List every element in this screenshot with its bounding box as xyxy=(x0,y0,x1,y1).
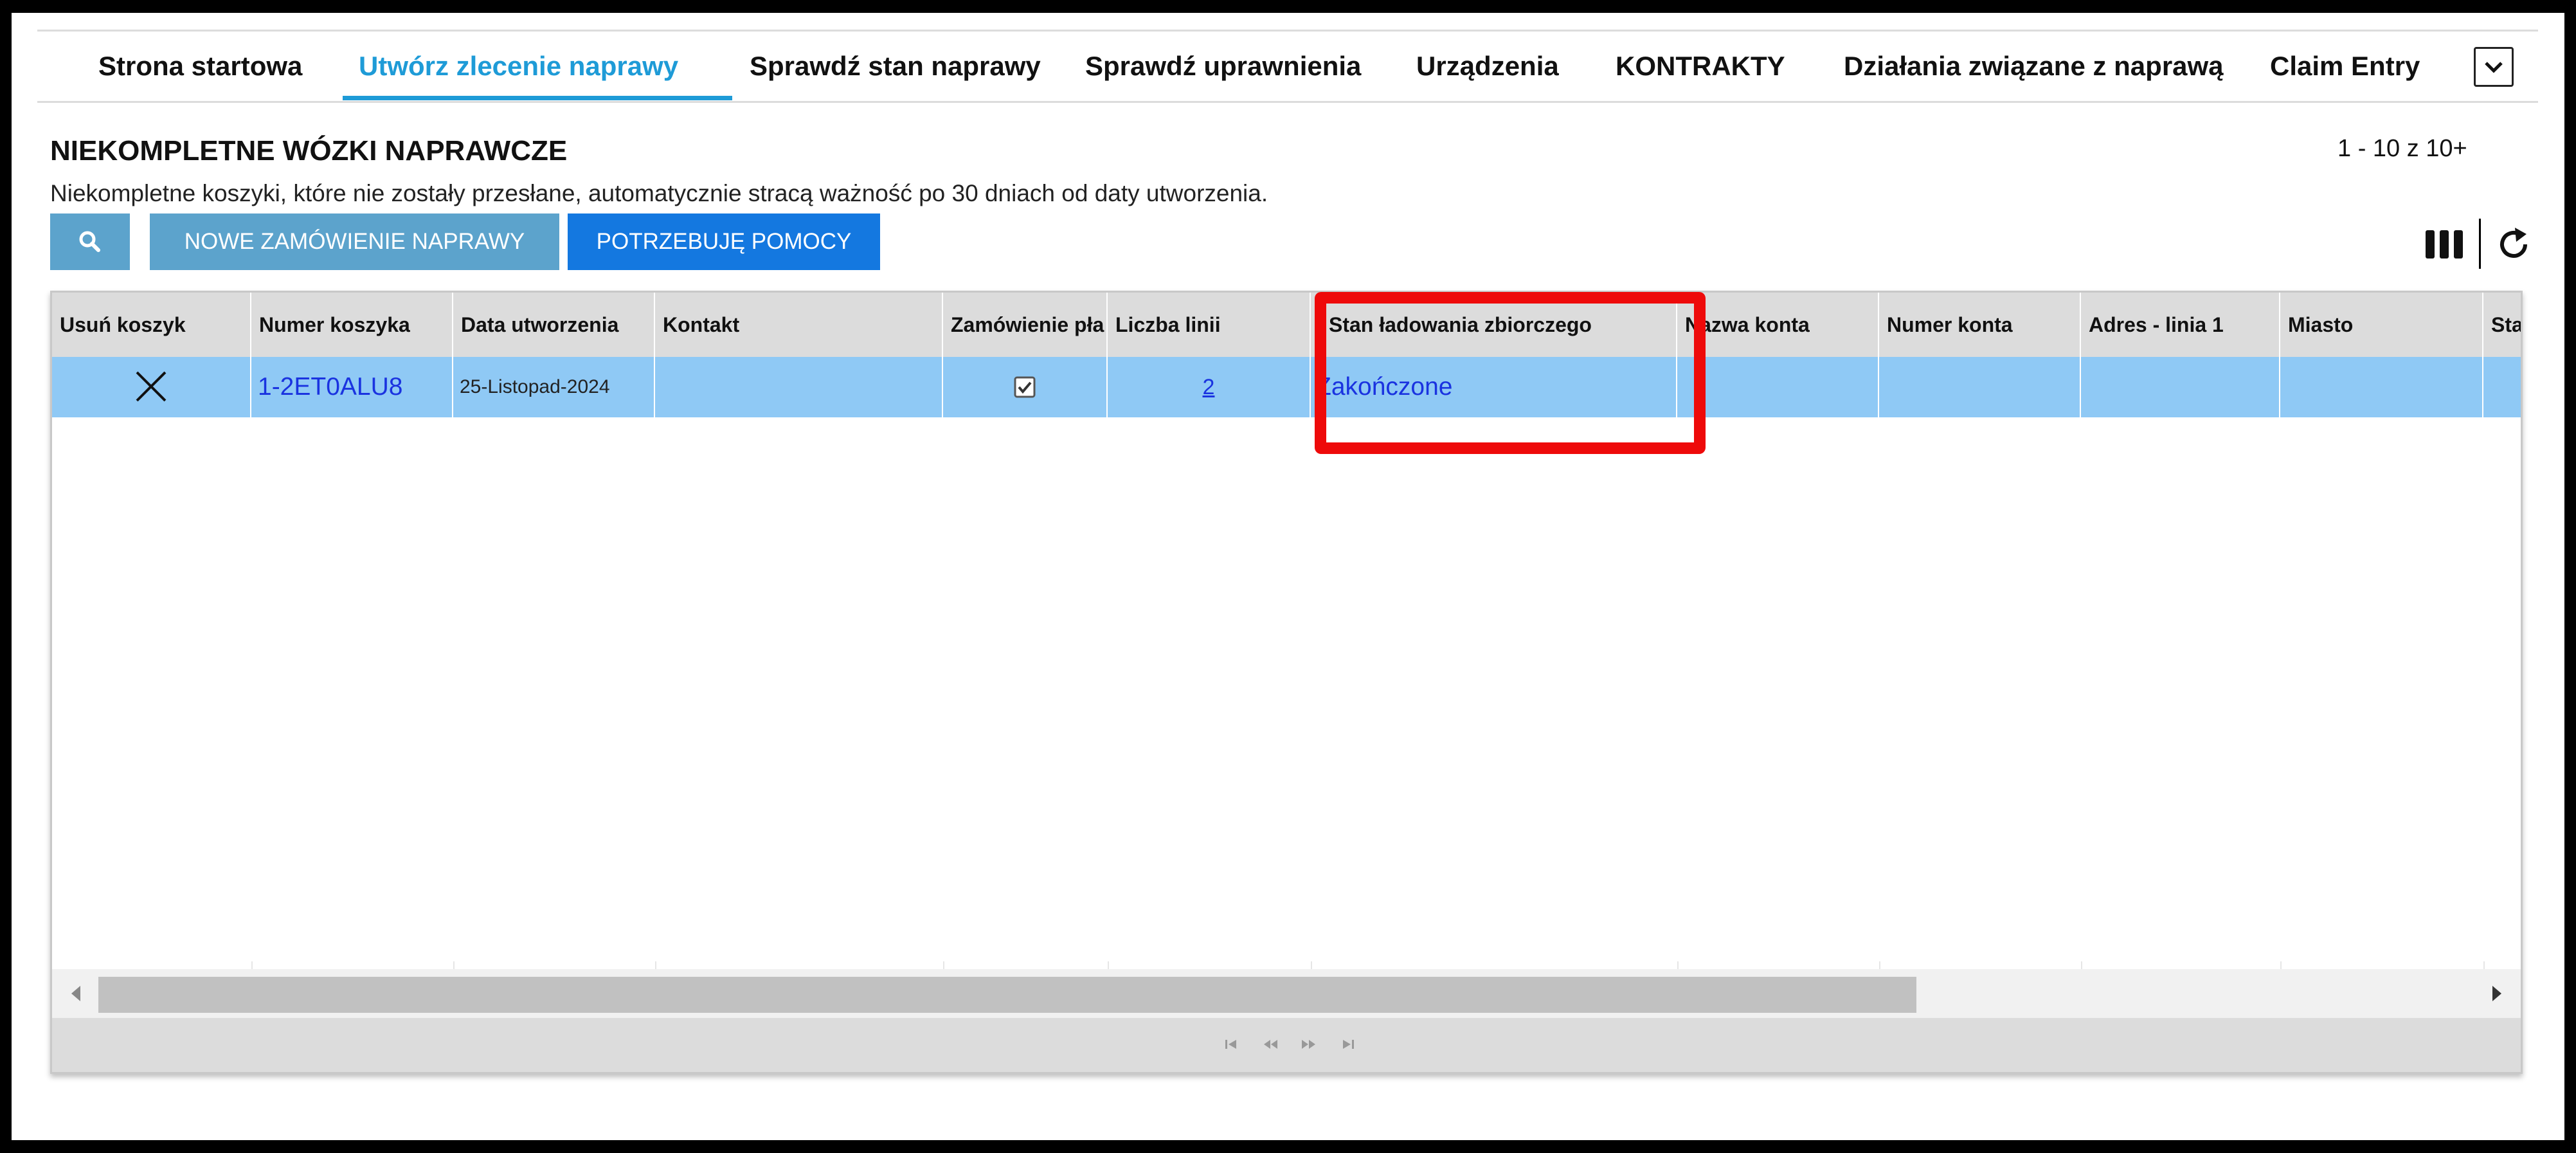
scrollbar-thumb[interactable] xyxy=(98,977,1916,1013)
tab-sprawdz-stan[interactable]: Sprawdź stan naprawy xyxy=(750,32,1041,101)
new-repair-order-button[interactable]: NOWE ZAMÓWIENIE NAPRAWY xyxy=(150,213,559,270)
tab-dzialania[interactable]: Działania związane z naprawą xyxy=(1844,32,2224,101)
column-header[interactable]: Usuń koszyk xyxy=(52,293,251,357)
active-tab-indicator xyxy=(343,96,732,100)
prev-page-icon[interactable] xyxy=(1261,1035,1280,1054)
search-icon xyxy=(79,231,100,252)
search-button[interactable] xyxy=(50,213,130,270)
tab-urzadzenia[interactable]: Urządzenia xyxy=(1416,32,1559,101)
paid-order-checkbox[interactable] xyxy=(943,357,1108,417)
last-page-icon[interactable] xyxy=(1338,1035,1357,1054)
checkbox-checked-icon xyxy=(1014,376,1036,398)
column-header[interactable]: Data utworzenia xyxy=(453,293,655,357)
column-header[interactable]: Zamówienie pła xyxy=(943,293,1108,357)
delete-cart-button[interactable] xyxy=(52,357,251,417)
main-nav: Strona startowa Utwórz zlecenie naprawy … xyxy=(37,30,2538,103)
column-header[interactable]: Numer konta xyxy=(1879,293,2081,357)
grid-pager xyxy=(52,1018,2521,1072)
tab-utworz-zlecenie[interactable]: Utwórz zlecenie naprawy xyxy=(359,32,678,101)
app-window: Strona startowa Utwórz zlecenie naprawy … xyxy=(12,13,2564,1140)
tab-claim-entry[interactable]: Claim Entry xyxy=(2270,32,2420,101)
contact-cell xyxy=(655,357,943,417)
column-header[interactable]: Liczba linii xyxy=(1108,293,1311,357)
column-header[interactable]: Nazwa konta xyxy=(1677,293,1879,357)
table-row[interactable]: 1-2ET0ALU8 25-Listopad-2024 2 Zakończone xyxy=(52,357,2521,417)
columns-icon[interactable] xyxy=(2424,225,2464,264)
chevron-down-icon xyxy=(2485,62,2503,73)
created-date: 25-Listopad-2024 xyxy=(453,357,655,417)
scroll-right-icon[interactable] xyxy=(2485,969,2510,1018)
page-title: NIEKOMPLETNE WÓZKI NAPRAWCZE xyxy=(50,135,568,167)
account-number-cell xyxy=(1879,357,2081,417)
scroll-left-icon[interactable] xyxy=(62,969,88,1018)
address-line1-cell xyxy=(2081,357,2280,417)
nav-more-button[interactable] xyxy=(2474,47,2514,87)
close-icon xyxy=(136,371,167,402)
cart-number-link[interactable]: 1-2ET0ALU8 xyxy=(251,357,453,417)
column-header[interactable]: Kontakt xyxy=(655,293,943,357)
carts-grid: Usuń koszyk Numer koszyka Data utworzeni… xyxy=(50,291,2523,1074)
horizontal-scrollbar[interactable] xyxy=(52,969,2521,1018)
expiry-notice: Niekompletne koszyki, które nie zostały … xyxy=(50,180,1268,206)
column-header[interactable]: Numer koszyka xyxy=(251,293,453,357)
column-header[interactable]: Sta xyxy=(2483,293,2521,357)
column-header[interactable]: Adres - linia 1 xyxy=(2081,293,2280,357)
column-header[interactable]: Stan ładowania zbiorczego xyxy=(1311,293,1677,357)
tab-strona-startowa[interactable]: Strona startowa xyxy=(98,32,302,101)
toolbar-divider xyxy=(2479,219,2481,269)
state-cell xyxy=(2483,357,2521,417)
first-page-icon[interactable] xyxy=(1222,1035,1241,1054)
tab-sprawdz-uprawnienia[interactable]: Sprawdź uprawnienia xyxy=(1085,32,1361,101)
line-count-value[interactable]: 2 xyxy=(1203,375,1215,399)
pager-summary: 1 - 10 z 10+ xyxy=(2337,135,2467,162)
city-cell xyxy=(2280,357,2483,417)
bulk-load-status: Zakończone xyxy=(1311,357,1677,417)
line-count-link[interactable]: 2 xyxy=(1108,357,1311,417)
tab-kontrakty[interactable]: KONTRAKTY xyxy=(1616,32,1785,101)
column-header[interactable]: Miasto xyxy=(2280,293,2483,357)
account-name-cell xyxy=(1677,357,1879,417)
refresh-icon[interactable] xyxy=(2494,225,2533,264)
grid-header: Usuń koszyk Numer koszyka Data utworzeni… xyxy=(52,293,2521,357)
help-button[interactable]: POTRZEBUJĘ POMOCY xyxy=(568,213,880,270)
next-page-icon[interactable] xyxy=(1299,1035,1319,1054)
